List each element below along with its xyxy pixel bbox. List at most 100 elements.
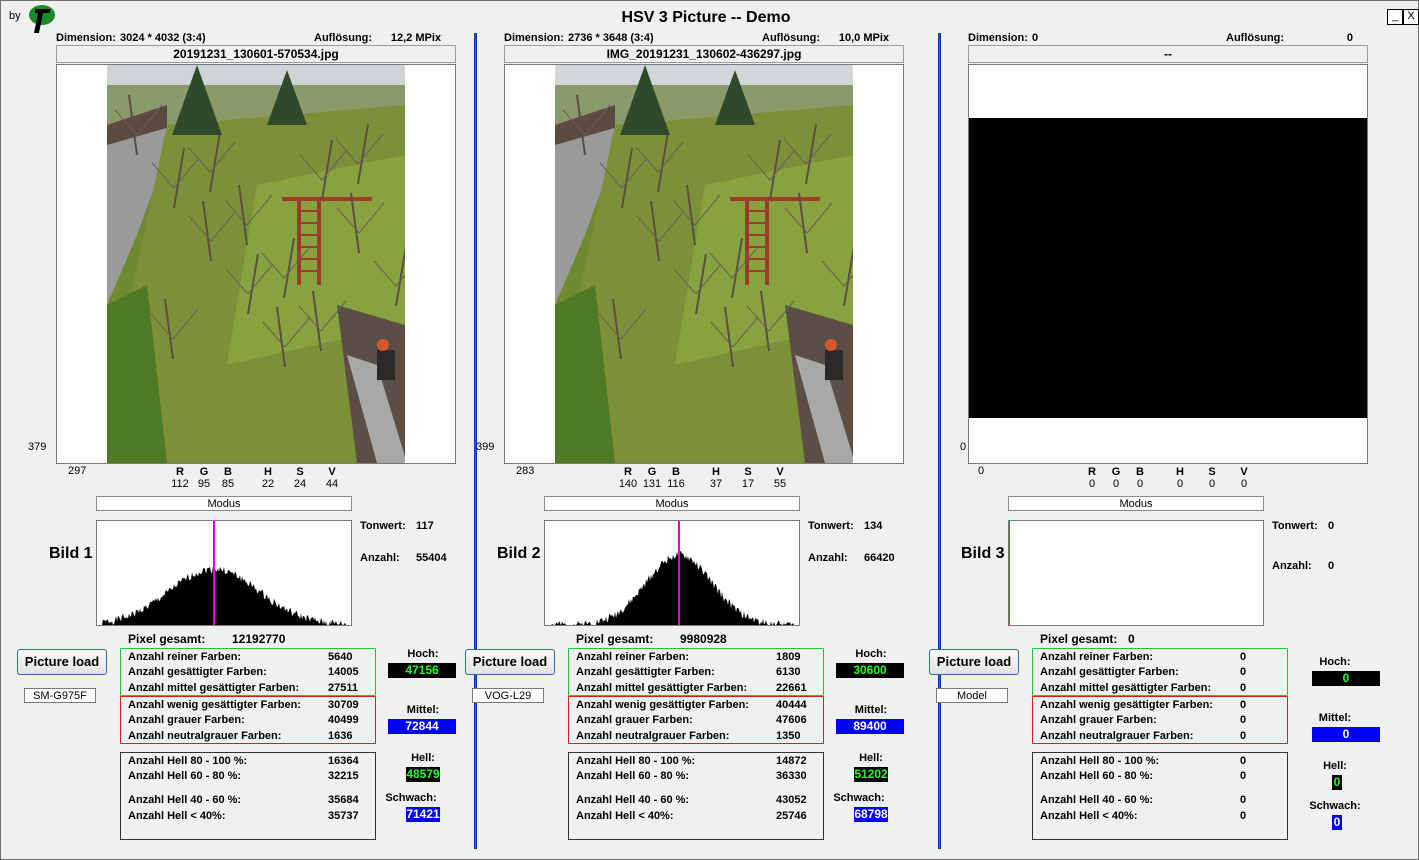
stat-value: 14005: [328, 666, 359, 678]
stat-row: Anzahl wenig gesättigter Farben: 40444: [576, 697, 823, 713]
aufloesung-label: Auflösung:: [1226, 32, 1285, 44]
channel-value: 0: [1240, 478, 1248, 490]
picture-load-button[interactable]: Picture load: [465, 649, 555, 675]
minimize-button[interactable]: _: [1387, 9, 1403, 25]
stat-label: Anzahl reiner Farben:: [128, 651, 242, 663]
stat-row: Anzahl gesättigter Farben: 0: [1040, 664, 1287, 680]
stat-label: Anzahl Hell 60 - 80 %:: [576, 770, 690, 782]
coord-x-value: 0: [978, 465, 985, 477]
stat-value: 5640: [328, 651, 353, 663]
picture-load-button[interactable]: Picture load: [17, 649, 107, 675]
saturation-high-box: Anzahl reiner Farben: 1809 Anzahl gesättig…: [568, 648, 824, 696]
hoch-value: 47156: [388, 663, 456, 678]
modus-select[interactable]: Modus: [96, 496, 352, 511]
stat-label: Anzahl Hell 40 - 60 %:: [576, 794, 690, 806]
mittel-label: Mittel:: [854, 704, 888, 716]
camera-model-field: VOG-L29: [472, 688, 544, 703]
stat-label: Anzahl Hell 40 - 60 %:: [128, 794, 242, 806]
anzahl-label: Anzahl:: [808, 552, 848, 564]
histogram[interactable]: [544, 520, 800, 626]
image-view[interactable]: [968, 64, 1368, 464]
camera-model-field: Model: [936, 688, 1008, 703]
stat-label: Anzahl Hell < 40%:: [576, 810, 674, 822]
stat-row: Anzahl wenig gesättigter Farben: 30709: [128, 697, 375, 713]
stat-label: Anzahl neutralgrauer Farben:: [576, 730, 730, 742]
stat-value: 0: [1240, 714, 1247, 726]
channel-key: G: [647, 466, 657, 478]
aufloesung-value: 12,2 MPix: [390, 32, 441, 44]
stat-value: 0: [1240, 755, 1247, 767]
dimension-label: Dimension:: [504, 32, 564, 44]
channel-key: H: [264, 466, 272, 478]
stat-value: 0: [1240, 666, 1247, 678]
channel-key: V: [328, 466, 336, 478]
stat-value: 32215: [328, 770, 359, 782]
camera-model-field: SM-G975F: [24, 688, 96, 703]
pixel-gesamt-label: Pixel gesamt:: [1040, 632, 1118, 646]
stat-value: 0: [1240, 651, 1247, 663]
stat-value: 36330: [776, 770, 807, 782]
histogram-plot: [545, 521, 799, 625]
channel-value: 24: [293, 478, 307, 490]
schwach-label: Schwach:: [385, 792, 437, 804]
tonwert-label: Tonwert:: [808, 520, 854, 532]
image-view[interactable]: [56, 64, 456, 464]
tonwert-value: 117: [416, 520, 434, 532]
stat-row: Anzahl neutralgrauer Farben: 1636: [128, 728, 375, 744]
channel-key: S: [744, 466, 752, 478]
channel-r: R 140: [616, 466, 640, 490]
stat-row: Anzahl Hell 60 - 80 %: 0: [1040, 768, 1287, 784]
stat-row: Anzahl reiner Farben: 1809: [576, 649, 823, 665]
bild-label: Bild 1: [49, 545, 93, 562]
anzahl-label: Anzahl:: [360, 552, 400, 564]
stat-value: 16364: [328, 755, 359, 767]
channel-value: 37: [709, 478, 723, 490]
coord-x-value: 297: [68, 465, 87, 477]
stat-label: Anzahl Hell 80 - 100 %:: [128, 755, 248, 767]
tonwert-value: 134: [864, 520, 883, 532]
channel-value: 131: [642, 478, 662, 490]
channel-value: 85: [221, 478, 235, 490]
stat-label: Anzahl Hell < 40%:: [1040, 810, 1138, 822]
picture-load-button[interactable]: Picture load: [929, 649, 1019, 675]
coord-y-value: 379: [28, 441, 47, 453]
stat-label: Anzahl gesättigter Farben:: [576, 666, 715, 678]
stat-label: Anzahl Hell < 40%:: [128, 810, 226, 822]
channel-value: 112: [171, 478, 189, 490]
modus-select[interactable]: Modus: [544, 496, 800, 511]
dimension-value: 0: [1032, 32, 1039, 44]
saturation-low-box: Anzahl wenig gesättigter Farben: 40444 Anz…: [568, 696, 824, 744]
stat-row: Anzahl Hell 40 - 60 %: 43052: [576, 792, 823, 808]
channel-g: G0: [1104, 466, 1128, 490]
stat-value: 35684: [328, 794, 359, 806]
stat-value: 43052: [776, 794, 807, 806]
channel-g: G 95: [192, 466, 216, 490]
image-view[interactable]: [504, 64, 904, 464]
saturation-low-box: Anzahl wenig gesättigter Farben: 30709 Anz…: [120, 696, 376, 744]
histogram[interactable]: [1008, 520, 1264, 626]
channel-r: R0: [1080, 466, 1104, 490]
hell-value: 0: [1332, 775, 1342, 790]
dimension-label: Dimension:: [968, 32, 1028, 44]
modus-select[interactable]: Modus: [1008, 496, 1264, 511]
tonwert-value: 0: [1328, 520, 1335, 532]
channel-v: V0: [1232, 466, 1256, 490]
stat-label: Anzahl Hell 80 - 100 %:: [576, 755, 696, 767]
mittel-value: 72844: [388, 719, 456, 734]
window-title: HSV 3 Picture -- Demo: [621, 9, 791, 26]
stat-value: 0: [1240, 682, 1247, 694]
stat-row: Anzahl gesättigter Farben: 6130: [576, 664, 823, 680]
filename-field: --: [968, 45, 1368, 63]
channel-key: B: [224, 466, 232, 478]
stat-label: Anzahl wenig gesättigter Farben:: [128, 699, 301, 711]
channel-s: S0: [1200, 466, 1224, 490]
mittel-label: Mittel:: [406, 704, 440, 716]
stat-row: Anzahl grauer Farben: 40499: [128, 712, 375, 728]
hoch-value: 0: [1312, 671, 1380, 686]
stat-row: Anzahl Hell 40 - 60 %: 35684: [128, 792, 375, 808]
stat-label: Anzahl wenig gesättigter Farben:: [1040, 699, 1213, 711]
close-button[interactable]: X: [1403, 9, 1419, 25]
stat-row: Anzahl neutralgrauer Farben: 0: [1040, 728, 1287, 744]
histogram[interactable]: [96, 520, 352, 626]
tonwert-label: Tonwert:: [360, 520, 406, 532]
